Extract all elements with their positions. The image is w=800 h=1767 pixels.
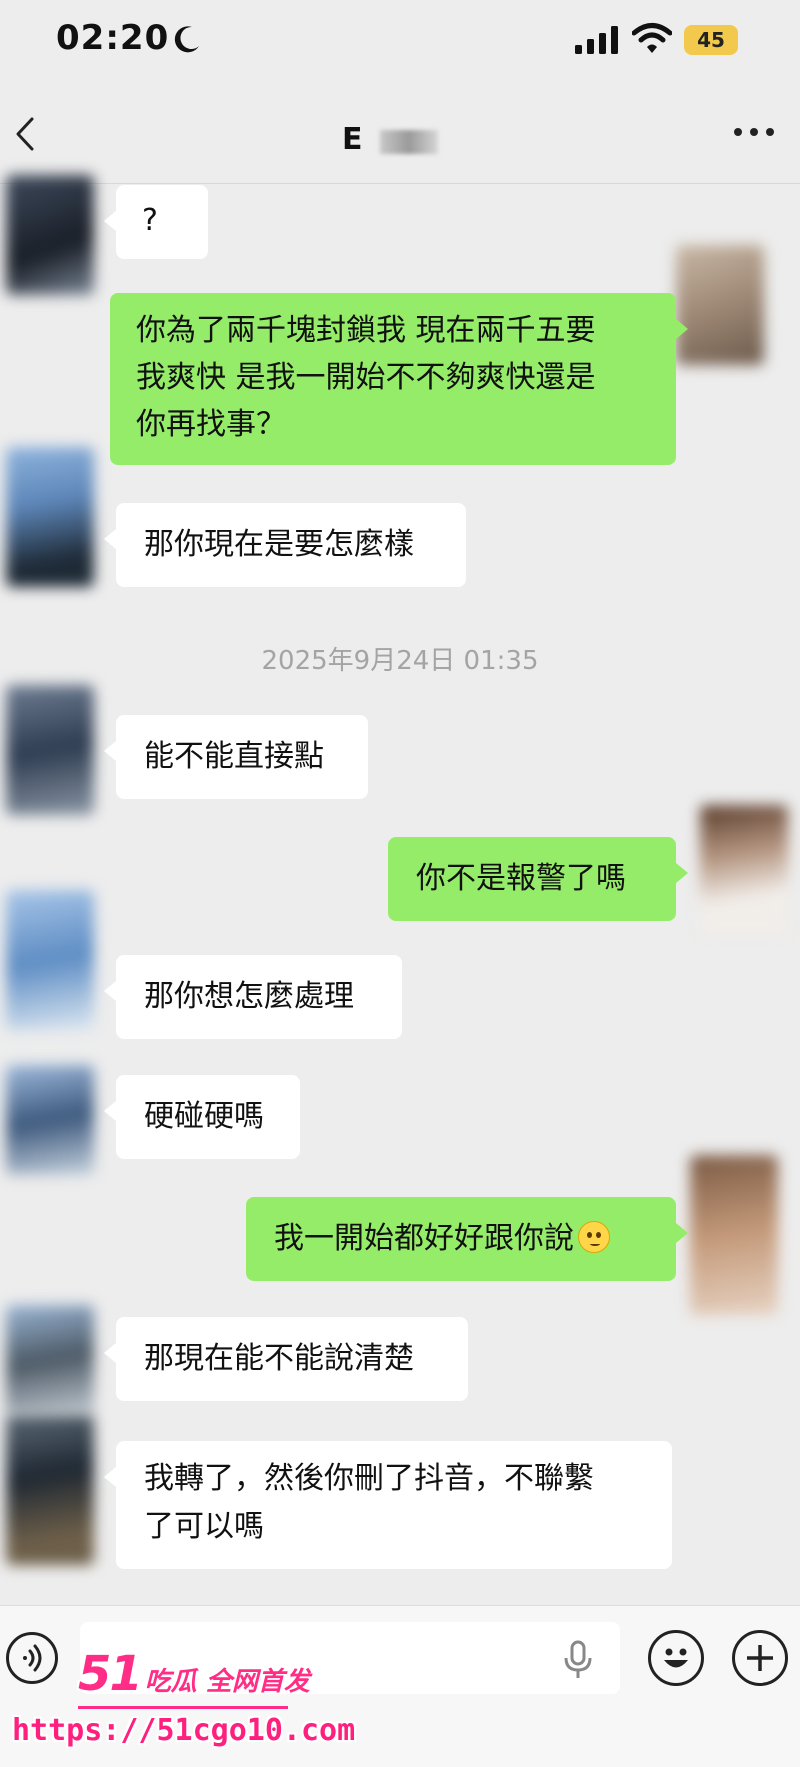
message-text: 那現在能不能說清楚 — [144, 1341, 414, 1376]
incoming-message[interactable]: 我轉了，然後你刪了抖音，不聯繫 了可以嗎 — [104, 1441, 672, 1569]
contact-avatar[interactable] — [6, 890, 94, 1030]
watermark-underline — [78, 1706, 288, 1709]
watermark-logo: 51 — [78, 1646, 143, 1702]
back-icon[interactable] — [10, 116, 40, 152]
message-text: 那你現在是要怎麼樣 — [144, 527, 414, 562]
contact-avatar[interactable] — [6, 447, 94, 587]
chat-header: E — [0, 80, 800, 184]
message-text: ? — [142, 203, 158, 238]
message-list[interactable]: ? 你為了兩千塊封鎖我 現在兩千五要 我爽快 是我一開始不不夠爽快還是 你再找事… — [0, 175, 800, 1605]
message-text: 我一開始都好好跟你說 — [274, 1221, 574, 1256]
signal-icon — [575, 26, 618, 54]
message-text: 硬碰硬嗎 — [144, 1099, 264, 1134]
message-text: 你不是報警了嗎 — [416, 861, 626, 896]
battery-icon: 45 — [684, 25, 738, 55]
more-icon[interactable] — [732, 126, 776, 138]
message-line: 你再找事？ — [136, 407, 286, 442]
message-text: 那你想怎麼處理 — [144, 979, 354, 1014]
voice-icon — [23, 1644, 42, 1672]
incoming-message[interactable]: 能不能直接點 — [104, 715, 368, 799]
message-line: 你為了兩千塊封鎖我 現在兩千五要 — [136, 313, 596, 348]
status-bar: 02:20 45 — [0, 0, 800, 80]
incoming-message[interactable]: 硬碰硬嗎 — [104, 1075, 300, 1159]
emoji-icon — [664, 1648, 688, 1668]
outgoing-message[interactable]: 你為了兩千塊封鎖我 現在兩千五要 我爽快 是我一開始不不夠爽快還是 你再找事？ — [110, 293, 688, 465]
message-line: 了可以嗎 — [144, 1509, 264, 1544]
wifi-icon — [632, 23, 672, 53]
contact-avatar[interactable] — [6, 685, 94, 815]
incoming-message[interactable]: 那你想怎麼處理 — [104, 955, 402, 1039]
incoming-message[interactable]: 那現在能不能說清楚 — [104, 1317, 468, 1401]
message-text: 能不能直接點 — [144, 739, 324, 774]
voice-button[interactable] — [6, 1632, 58, 1684]
status-time: 02:20 — [56, 18, 170, 58]
emoji-button[interactable] — [648, 1630, 704, 1686]
contact-avatar[interactable] — [6, 175, 94, 295]
moon-icon — [174, 26, 199, 53]
outgoing-message[interactable]: 你不是報警了嗎 — [388, 837, 688, 921]
mic-icon[interactable] — [562, 1640, 594, 1680]
watermark-brand: 51 吃瓜 全网首发 — [78, 1646, 310, 1702]
message-timestamp: 2025年9月24日 01:35 — [261, 646, 539, 676]
my-avatar[interactable] — [690, 1155, 778, 1315]
plus-icon — [747, 1645, 773, 1671]
watermark-slogan: 吃瓜 全网首发 — [144, 1667, 310, 1697]
plus-button[interactable] — [732, 1630, 788, 1686]
message-line: 我爽快 是我一開始不不夠爽快還是 — [136, 360, 596, 395]
incoming-message[interactable]: ? — [104, 185, 208, 259]
my-avatar[interactable] — [700, 805, 788, 935]
battery-level: 45 — [697, 28, 725, 52]
watermark-url: https://51cgo10.com — [12, 1713, 356, 1748]
incoming-message[interactable]: 那你現在是要怎麼樣 — [104, 503, 466, 587]
contact-name-censored — [380, 130, 438, 154]
message-line: 我轉了，然後你刪了抖音，不聯繫 — [144, 1461, 594, 1496]
contact-avatar[interactable] — [6, 1065, 94, 1175]
contact-name[interactable]: E — [342, 122, 363, 157]
contact-avatar[interactable] — [6, 1305, 94, 1415]
contact-avatar[interactable] — [6, 1415, 94, 1565]
outgoing-message[interactable]: 我一開始都好好跟你說 — [246, 1197, 688, 1281]
my-avatar[interactable] — [676, 245, 764, 365]
flushed-face-emoji — [578, 1221, 610, 1253]
